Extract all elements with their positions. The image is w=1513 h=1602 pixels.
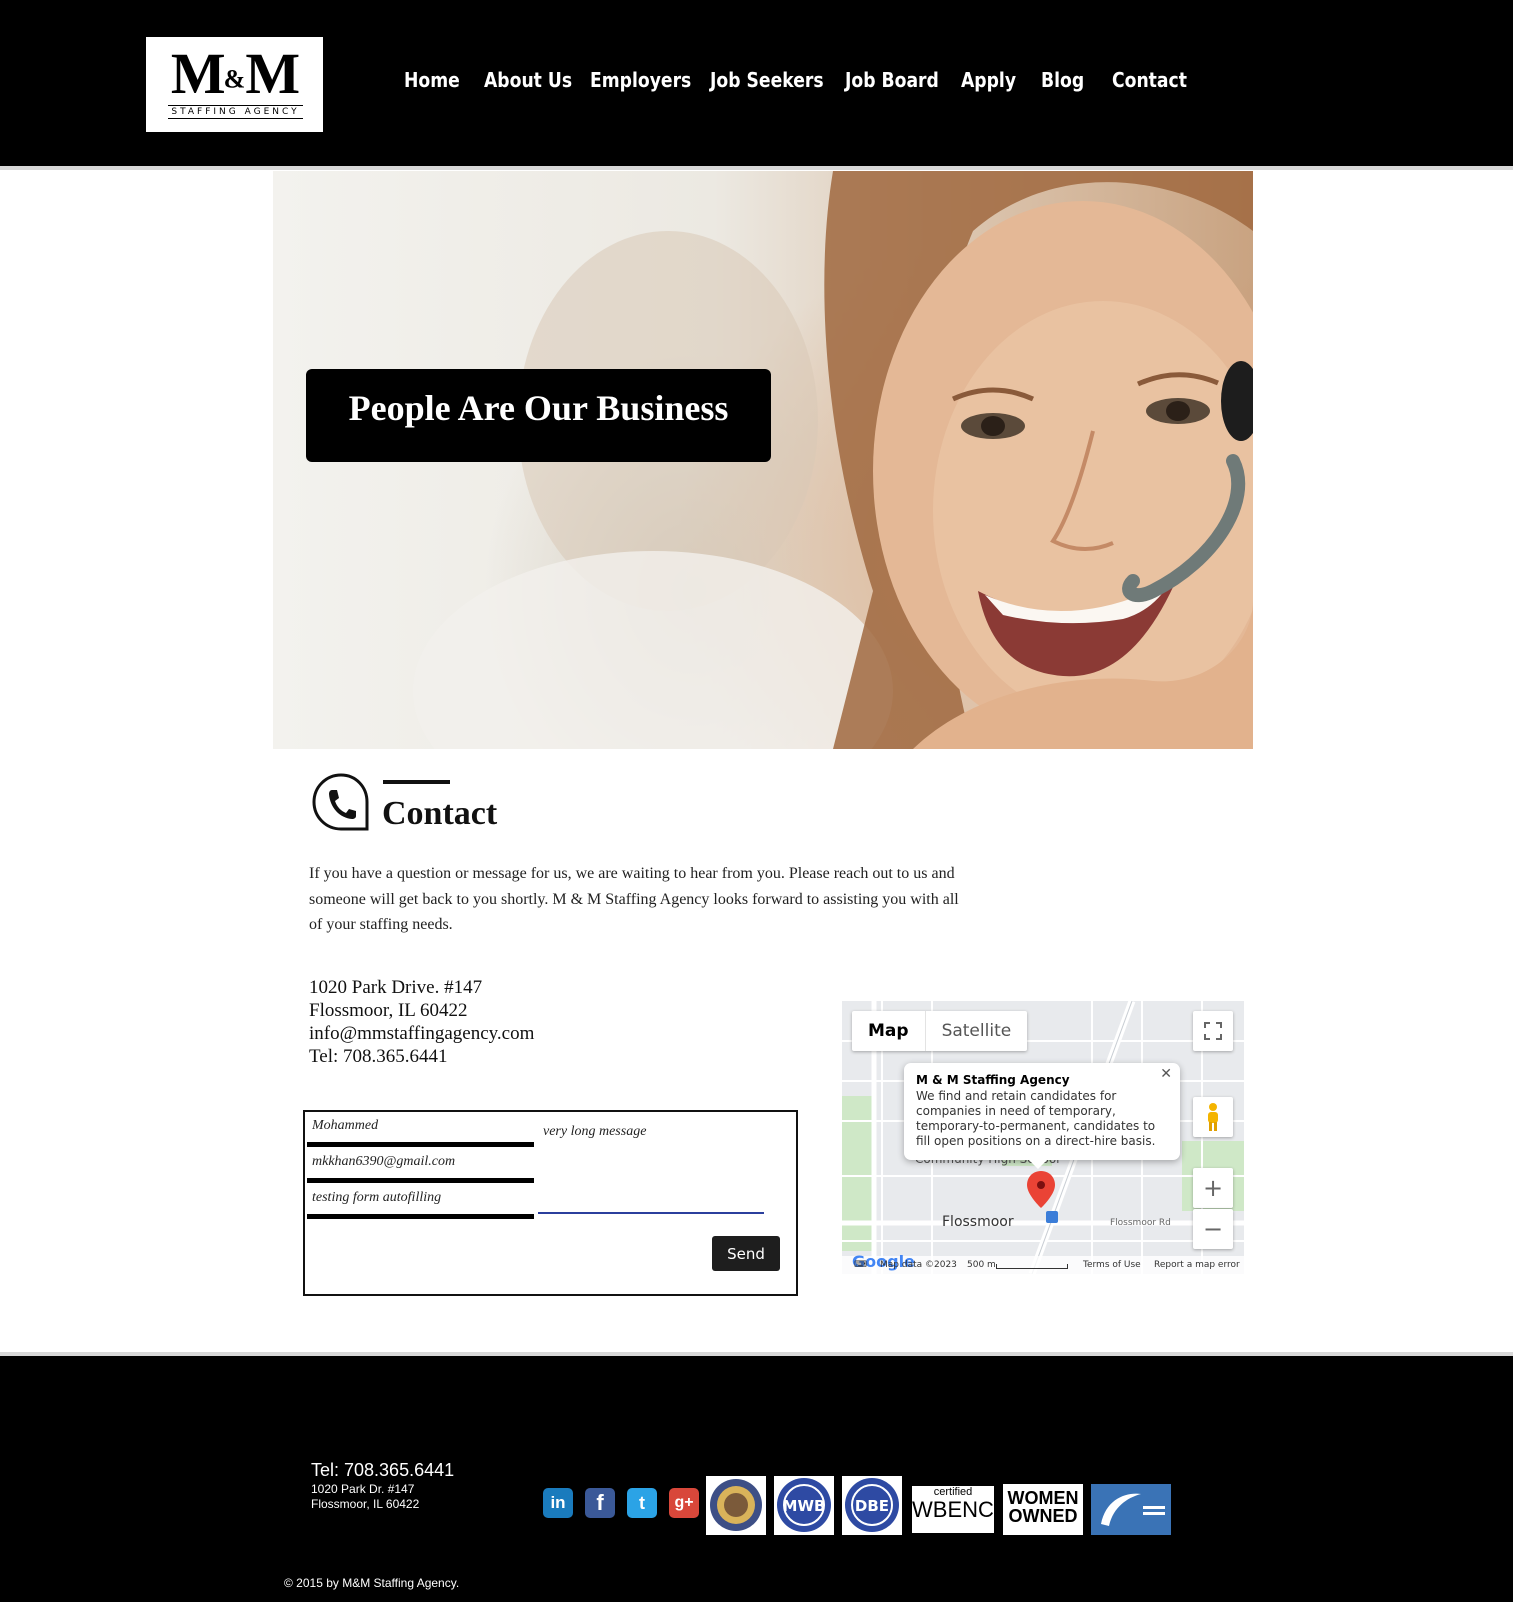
map-terms-link[interactable]: Terms of Use: [1083, 1260, 1141, 1270]
street-view-pegman-icon[interactable]: [1193, 1097, 1233, 1137]
logo-mark: M&M: [170, 41, 300, 106]
copyright: © 2015 by M&M Staffing Agency.: [284, 1576, 460, 1590]
small-business-badge: [1091, 1484, 1171, 1535]
zoom-out-icon[interactable]: −: [1193, 1209, 1233, 1249]
logo-tagline: STAFFING AGENCY: [168, 105, 303, 119]
twitter-icon[interactable]: t: [627, 1488, 657, 1518]
phone-icon: [310, 772, 372, 839]
linkedin-icon[interactable]: in: [543, 1488, 573, 1518]
map-info-title: M & M Staffing Agency: [916, 1073, 1070, 1087]
women-owned-badge: WOMEN OWNED: [1003, 1484, 1083, 1535]
subject-field[interactable]: [307, 1184, 534, 1210]
map-data-credit: Map data ©2023: [880, 1260, 957, 1270]
nav-job-seekers[interactable]: Job Seekers: [710, 68, 824, 92]
mwbe-badge-text: MWB: [783, 1497, 826, 1515]
subject-field-wrap: [307, 1184, 534, 1219]
email-field-wrap: [307, 1148, 534, 1183]
map-info-body: We find and retain candidates for compan…: [916, 1089, 1156, 1148]
google-map[interactable]: Flossmoor Community High School Flossmoo…: [842, 1001, 1244, 1274]
contact-form: very long message Send: [303, 1110, 798, 1296]
map-info-window: ✕ M & M Staffing Agency We find and reta…: [904, 1063, 1180, 1160]
close-icon[interactable]: ✕: [1160, 1066, 1172, 1082]
nav-home[interactable]: Home: [404, 68, 460, 92]
hero-banner: People Are Our Business: [306, 369, 771, 462]
name-field[interactable]: [307, 1112, 534, 1138]
map-scale[interactable]: 500 m: [967, 1260, 996, 1270]
map-road-label: Flossmoor Rd: [1110, 1218, 1171, 1228]
nav-blog[interactable]: Blog: [1041, 68, 1084, 92]
women-owned-line-1: WOMEN: [1007, 1488, 1079, 1508]
dbe-badge: DBE: [842, 1476, 902, 1535]
nav-employers[interactable]: Employers: [590, 68, 691, 92]
map-place-label: Flossmoor: [942, 1214, 1014, 1230]
contact-intro: If you have a question or message for us…: [309, 865, 959, 933]
state-seal-badge: [706, 1476, 766, 1535]
message-field-wrap: very long message: [538, 1118, 764, 1214]
hero-title: People Are Our Business: [348, 388, 729, 428]
google-plus-icon[interactable]: g+: [669, 1488, 699, 1518]
mwbe-badge: MWB: [774, 1476, 834, 1535]
contact-title-rule: [383, 780, 450, 784]
footer-address: 1020 Park Dr. #147 Flossmoor, IL 60422: [311, 1482, 419, 1512]
facebook-icon[interactable]: f: [585, 1488, 615, 1518]
map-type-control: Map Satellite: [852, 1011, 1028, 1051]
address-line-street: 1020 Park Drive. #147: [309, 977, 483, 998]
nav-apply[interactable]: Apply: [961, 68, 1016, 92]
address-email[interactable]: info@mmstaffingagency.com: [309, 1022, 534, 1045]
women-owned-line-2: OWNED: [1008, 1506, 1078, 1526]
send-button[interactable]: Send: [712, 1236, 780, 1271]
footer-address-line-1: 1020 Park Dr. #147: [311, 1482, 415, 1496]
address-line-city: Flossmoor, IL 60422: [309, 1000, 468, 1021]
nav-about-us[interactable]: About Us: [484, 68, 572, 92]
map-scale-bar: [996, 1264, 1068, 1269]
map-attribution-bar: Google ⌨ Map data ©2023 500 m Terms of U…: [842, 1252, 1244, 1274]
footer-phone: Tel: 708.365.6441: [311, 1460, 455, 1480]
nav-job-board[interactable]: Job Board: [845, 68, 939, 92]
map-tab-map[interactable]: Map: [852, 1011, 926, 1051]
email-field[interactable]: [307, 1148, 534, 1174]
map-info-tail: [1028, 1159, 1048, 1169]
wbenc-text: WBENC: [912, 1497, 994, 1522]
message-field[interactable]: very long message: [538, 1118, 764, 1212]
contact-title: Contact: [382, 795, 498, 832]
wbenc-badge: certified WBENC: [910, 1484, 996, 1535]
fullscreen-icon[interactable]: [1193, 1011, 1233, 1051]
header-divider: [0, 166, 1513, 170]
keyboard-icon[interactable]: ⌨: [854, 1260, 867, 1270]
contact-address: 1020 Park Drive. #147 Flossmoor, IL 6042…: [309, 976, 534, 1068]
map-report-link[interactable]: Report a map error: [1154, 1260, 1240, 1270]
zoom-in-icon[interactable]: +: [1193, 1168, 1233, 1208]
nav-contact[interactable]: Contact: [1112, 68, 1187, 92]
map-tab-satellite[interactable]: Satellite: [926, 1011, 1028, 1051]
footer-address-line-2: Flossmoor, IL 60422: [311, 1497, 420, 1511]
dbe-badge-text: DBE: [855, 1497, 889, 1515]
address-phone: Tel: 708.365.6441: [309, 1046, 448, 1067]
name-field-wrap: [307, 1112, 534, 1147]
site-logo[interactable]: M&M STAFFING AGENCY: [146, 37, 323, 132]
